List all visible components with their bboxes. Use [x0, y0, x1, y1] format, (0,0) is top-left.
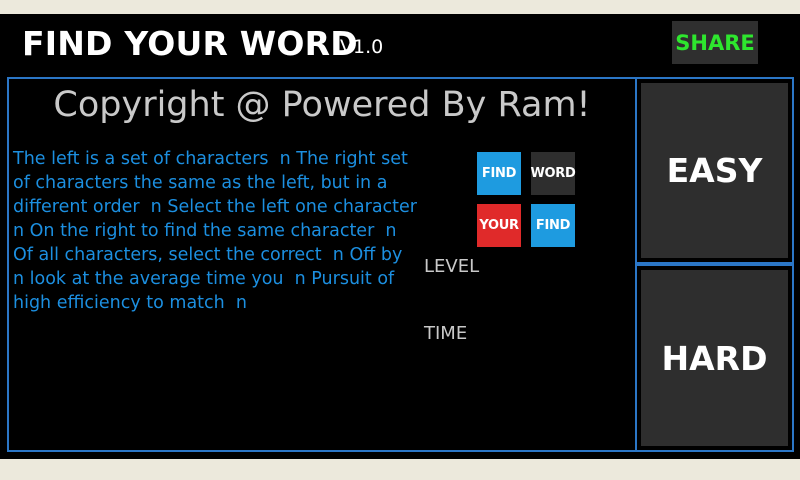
app-version: V1.0 [340, 36, 384, 58]
title-bar: FIND YOUR WORD V1.0 SHARE [0, 14, 800, 76]
info-panel: Copyright @ Powered By Ram! The left is … [7, 77, 637, 452]
logo-tile-find-2: FIND [531, 204, 575, 247]
level-label: LEVEL [424, 256, 480, 277]
instructions-text: The left is a set of characters n The ri… [13, 149, 429, 313]
share-button[interactable]: SHARE [672, 21, 758, 64]
time-label: TIME [424, 323, 468, 344]
hard-button[interactable]: HARD [641, 270, 788, 446]
easy-button-frame: EASY [635, 77, 794, 264]
app-title: FIND YOUR WORD [22, 24, 358, 63]
hard-button-frame: HARD [635, 264, 794, 452]
easy-button[interactable]: EASY [641, 83, 788, 258]
logo-tile-find: FIND [477, 152, 521, 195]
game-screen: FIND YOUR WORD V1.0 SHARE Copyright @ Po… [0, 14, 800, 459]
logo-tile-word: WORD [531, 152, 576, 195]
copyright-text: Copyright @ Powered By Ram! [53, 85, 591, 125]
logo-tile-your: YOUR [477, 204, 521, 247]
